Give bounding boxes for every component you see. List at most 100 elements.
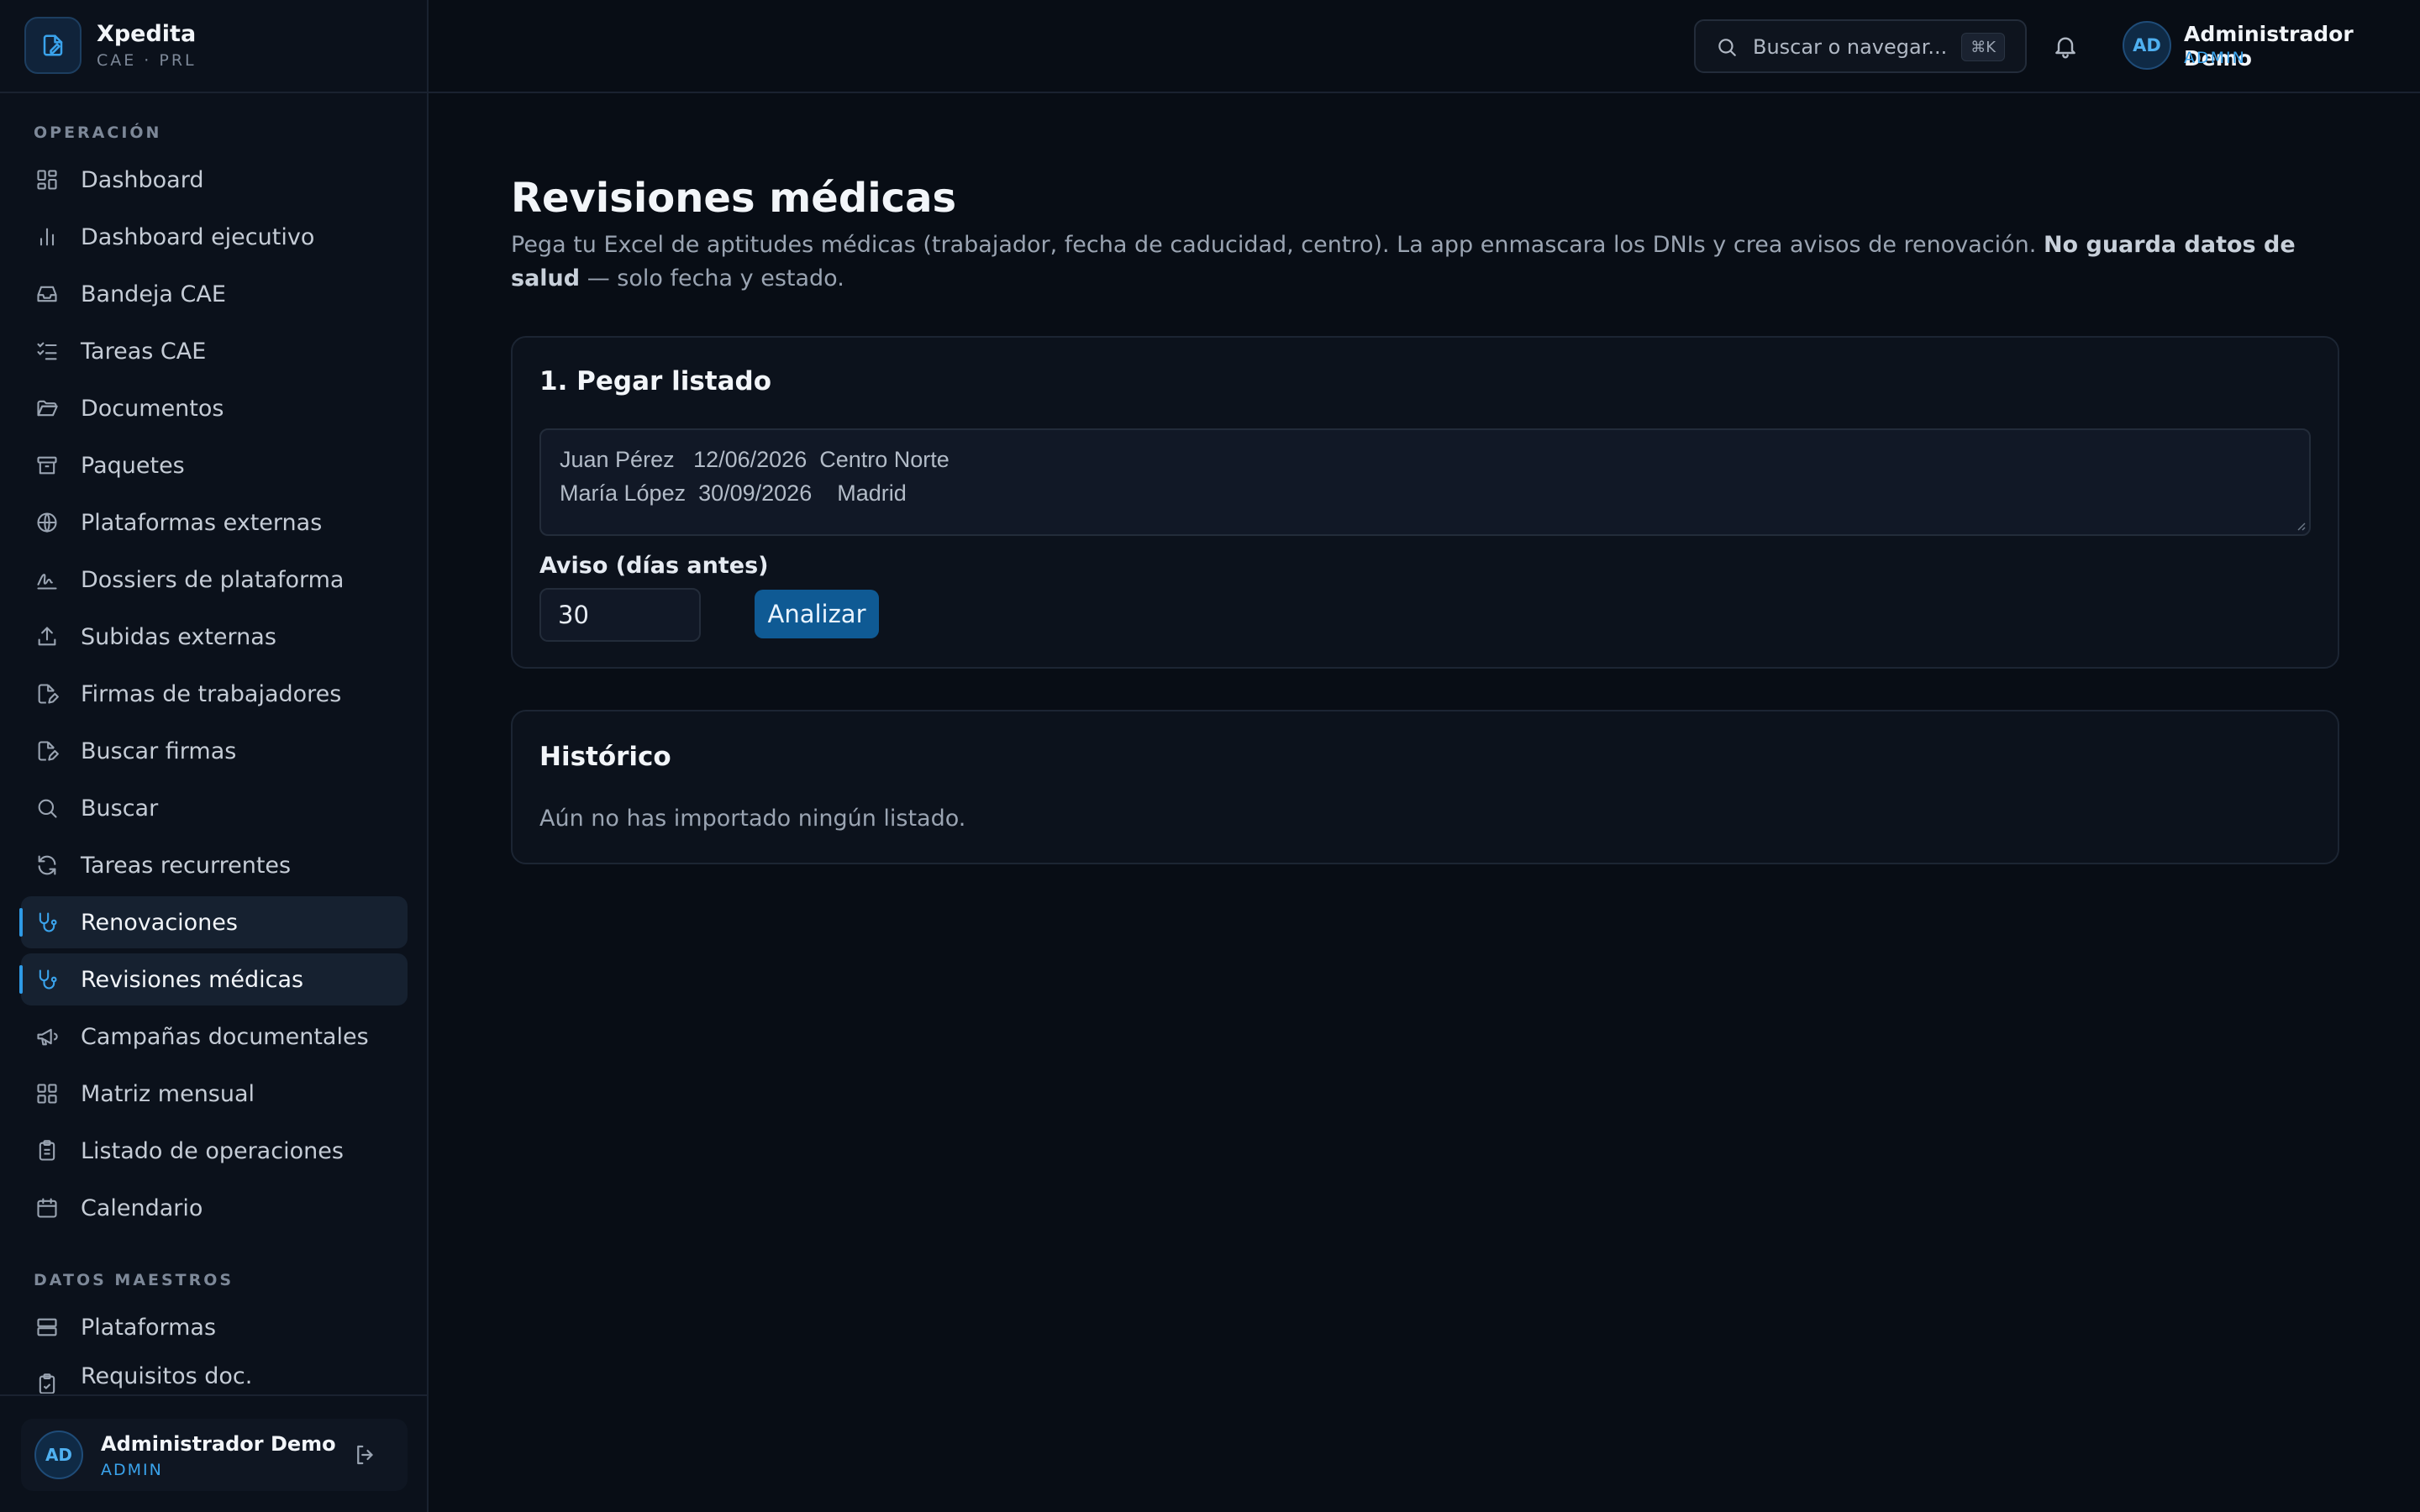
description-tail: — solo fecha y estado.	[580, 265, 844, 291]
page-title: Revisiones médicas	[511, 175, 957, 222]
dashboard-icon	[37, 170, 57, 190]
sidebar-item-plataformas[interactable]: Plataformas	[21, 1301, 408, 1353]
upload-icon	[38, 627, 56, 646]
shortcut-badge: ⌘K	[1961, 33, 2005, 61]
sidebar-item-label: Tareas recurrentes	[81, 852, 292, 879]
sidebar-item-label: Requisitos doc.	[81, 1362, 253, 1389]
user-role: ADMIN	[101, 1461, 163, 1479]
sidebar-item-label: Tareas CAE	[81, 338, 207, 365]
avatar[interactable]: AD	[34, 1431, 83, 1479]
paste-line: María López 30/09/2026 Madrid	[560, 480, 907, 506]
file-pen-icon	[38, 741, 59, 761]
stethoscope-icon	[39, 912, 57, 932]
sidebar-item-buscar[interactable]: Buscar	[21, 782, 408, 834]
sidebar-item-label: Calendario	[81, 1194, 203, 1221]
file-edit-icon	[43, 34, 63, 56]
sidebar-item-label: Campañas documentales	[81, 1023, 369, 1050]
stethoscope-icon	[39, 969, 57, 990]
archive-icon	[37, 456, 57, 475]
clipboard-check-icon	[39, 1373, 55, 1394]
sidebar-item-label: Listado de operaciones	[81, 1137, 344, 1164]
sidebar-item-dashboard-ejecutivo[interactable]: Dashboard ejecutivo	[21, 211, 408, 263]
sidebar-item-listado-operaciones[interactable]: Listado de operaciones	[21, 1125, 408, 1177]
megaphone-icon	[37, 1028, 58, 1046]
bell-icon[interactable]	[2052, 33, 2079, 60]
header-user-role: ADMIN	[2184, 49, 2246, 67]
refresh-icon	[38, 855, 56, 875]
sidebar-item-label: Paquetes	[81, 452, 185, 479]
tasks-list-icon	[37, 342, 57, 360]
sidebar-item-label: Subidas externas	[81, 623, 276, 650]
search-icon	[38, 799, 57, 818]
search-input[interactable]: Buscar o navegar... ⌘K	[1694, 19, 2027, 73]
sidebar-item-matriz-mensual[interactable]: Matriz mensual	[21, 1068, 408, 1120]
sidebar-item-tareas-cae[interactable]: Tareas CAE	[21, 325, 408, 377]
paste-textarea[interactable]: Juan Pérez 12/06/2026 Centro Norte María…	[539, 428, 2311, 536]
sidebar-item-firmas-trabajadores[interactable]: Firmas de trabajadores	[21, 668, 408, 720]
sidebar-item-tareas-recurrentes[interactable]: Tareas recurrentes	[21, 839, 408, 891]
user-card: AD Administrador Demo ADMIN	[21, 1419, 408, 1491]
brand-logo[interactable]	[24, 17, 82, 74]
inbox-icon	[37, 286, 57, 302]
topbar: Buscar o navegar... ⌘K AD Administrador …	[429, 0, 2420, 93]
sidebar-item-label: Buscar firmas	[81, 738, 237, 764]
sidebar-item-calendario[interactable]: Calendario	[21, 1182, 408, 1234]
sidebar-item-label: Bandeja CAE	[81, 281, 226, 307]
section-label-operacion: OPERACIÓN	[34, 123, 162, 142]
user-name: Administrador Demo	[101, 1432, 336, 1456]
sidebar-item-label: Dashboard	[81, 166, 204, 193]
page-description: Pega tu Excel de aptitudes médicas (trab…	[511, 228, 2317, 296]
import-card-title: 1. Pegar listado	[539, 366, 772, 396]
globe-icon	[37, 512, 57, 533]
resize-handle-icon[interactable]	[2294, 519, 2306, 531]
sidebar: Xpedita CAE · PRL OPERACIÓN Dashboard Da…	[0, 0, 429, 1512]
search-icon	[1718, 39, 1736, 56]
sidebar-item-label: Documentos	[81, 395, 224, 422]
import-card: 1. Pegar listado Juan Pérez 12/06/2026 C…	[511, 336, 2339, 669]
server-icon	[37, 1318, 57, 1336]
logout-icon[interactable]	[353, 1442, 378, 1467]
sidebar-item-paquetes[interactable]: Paquetes	[21, 439, 408, 491]
description-text: Pega tu Excel de aptitudes médicas (trab…	[511, 232, 2044, 258]
history-card-title: Histórico	[539, 742, 671, 772]
signature-icon	[37, 574, 57, 590]
clipboard-list-icon	[39, 1140, 55, 1161]
calendar-icon	[37, 1198, 57, 1218]
sidebar-item-label: Dossiers de plataforma	[81, 566, 345, 593]
sidebar-item-revisiones-medicas[interactable]: Revisiones médicas	[19, 953, 408, 1005]
sidebar-item-plataformas-externas[interactable]: Plataformas externas	[21, 496, 408, 549]
brand-header: Xpedita CAE · PRL	[0, 0, 427, 93]
sidebar-item-label: Buscar	[81, 795, 159, 822]
header-avatar[interactable]: AD	[2123, 21, 2171, 70]
sidebar-item-requisitos[interactable]: Requisitos doc.	[21, 1358, 408, 1394]
sidebar-footer: AD Administrador Demo ADMIN	[0, 1394, 427, 1512]
sidebar-item-label: Renovaciones	[81, 909, 238, 936]
sidebar-item-dossiers[interactable]: Dossiers de plataforma	[21, 554, 408, 606]
history-empty-text: Aún no has importado ningún listado.	[539, 806, 966, 832]
history-card: Histórico Aún no has importado ningún li…	[511, 710, 2339, 864]
sidebar-item-label: Revisiones médicas	[81, 966, 304, 993]
days-label: Aviso (días antes)	[539, 553, 769, 579]
sidebar-item-label: Plataformas	[81, 1314, 217, 1341]
sidebar-item-renovaciones[interactable]: Renovaciones	[19, 896, 408, 948]
sidebar-item-label: Matriz mensual	[81, 1080, 255, 1107]
sidebar-item-label: Dashboard ejecutivo	[81, 223, 315, 250]
brand-subtitle: CAE · PRL	[97, 51, 197, 70]
analyze-button[interactable]: Analizar	[755, 590, 879, 638]
paste-line: Juan Pérez 12/06/2026 Centro Norte	[560, 447, 950, 472]
sidebar-item-bandeja-cae[interactable]: Bandeja CAE	[21, 268, 408, 320]
section-label-datos-maestros: DATOS MAESTROS	[34, 1271, 234, 1289]
sidebar-item-campanas[interactable]: Campañas documentales	[21, 1011, 408, 1063]
search-placeholder: Buscar o navegar...	[1753, 35, 1948, 59]
sidebar-item-dashboard[interactable]: Dashboard	[21, 154, 408, 206]
brand-name: Xpedita	[97, 21, 197, 47]
folder-open-icon	[37, 400, 58, 417]
sidebar-item-label: Plataformas externas	[81, 509, 323, 536]
sidebar-item-documentos[interactable]: Documentos	[21, 382, 408, 434]
grid-icon	[37, 1084, 57, 1104]
file-pen-icon	[38, 684, 59, 704]
sidebar-item-subidas-externas[interactable]: Subidas externas	[21, 611, 408, 663]
bar-chart-icon	[39, 228, 55, 246]
days-input[interactable]: 30	[539, 588, 701, 642]
sidebar-item-buscar-firmas[interactable]: Buscar firmas	[21, 725, 408, 777]
